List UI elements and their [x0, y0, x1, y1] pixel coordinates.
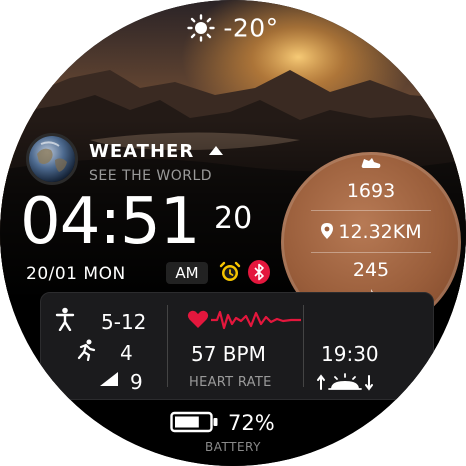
run-value: 4 [120, 341, 133, 365]
distance-row: 12.32KM [281, 221, 461, 243]
running-icon [77, 339, 96, 361]
battery-fill [175, 416, 199, 428]
activity-divider-bottom [311, 252, 431, 253]
alarm-icon[interactable] [218, 260, 242, 284]
floors-value: 5-12 [101, 310, 147, 334]
earth-globe-icon[interactable] [26, 133, 78, 185]
clock-seconds: 20 [214, 201, 253, 236]
weather-subtitle: SEE THE WORLD [89, 168, 213, 184]
person-icon [55, 307, 75, 331]
panel-divider-left [167, 305, 168, 387]
heart-icon [187, 310, 209, 328]
location-pin-icon [321, 223, 334, 239]
bluetooth-icon[interactable] [248, 260, 270, 284]
signal-value: 9 [130, 370, 143, 394]
top-temperature: -20° [223, 13, 279, 43]
activity-divider-top [311, 210, 431, 211]
sunrise-sunset-icon [317, 373, 373, 391]
watch-face: -20° WEATHER SEE THE WORLD 04:51 20 20/0… [0, 0, 466, 466]
calories-value: 245 [352, 259, 390, 281]
sun-icon [187, 14, 216, 42]
signal-icon [100, 372, 118, 386]
panel-divider-right [303, 305, 304, 387]
heart-rate-wave-icon [211, 310, 301, 330]
date-text: 20/01 MON [26, 264, 126, 284]
stats-panel: 5-12 4 9 57 BPM HEART RATE 19:30 [40, 292, 434, 400]
battery-icon [170, 411, 218, 433]
battery-value: 72% [228, 411, 275, 435]
heart-rate-label: HEART RATE [189, 375, 272, 390]
triangle-up-icon [209, 146, 224, 155]
clock-time: 04:51 [20, 185, 200, 259]
shoe-icon [361, 158, 381, 168]
top-weather[interactable]: -20° [0, 12, 466, 43]
steps-value: 1693 [346, 180, 396, 202]
sunrise-time: 19:30 [321, 342, 379, 366]
distance-value: 12.32KM [338, 221, 422, 243]
battery-label: BATTERY [205, 440, 261, 454]
weather-title[interactable]: WEATHER [89, 141, 225, 162]
weather-title-text: WEATHER [89, 141, 195, 162]
ampm-badge: AM [166, 262, 208, 284]
heart-rate-value: 57 BPM [191, 342, 266, 366]
